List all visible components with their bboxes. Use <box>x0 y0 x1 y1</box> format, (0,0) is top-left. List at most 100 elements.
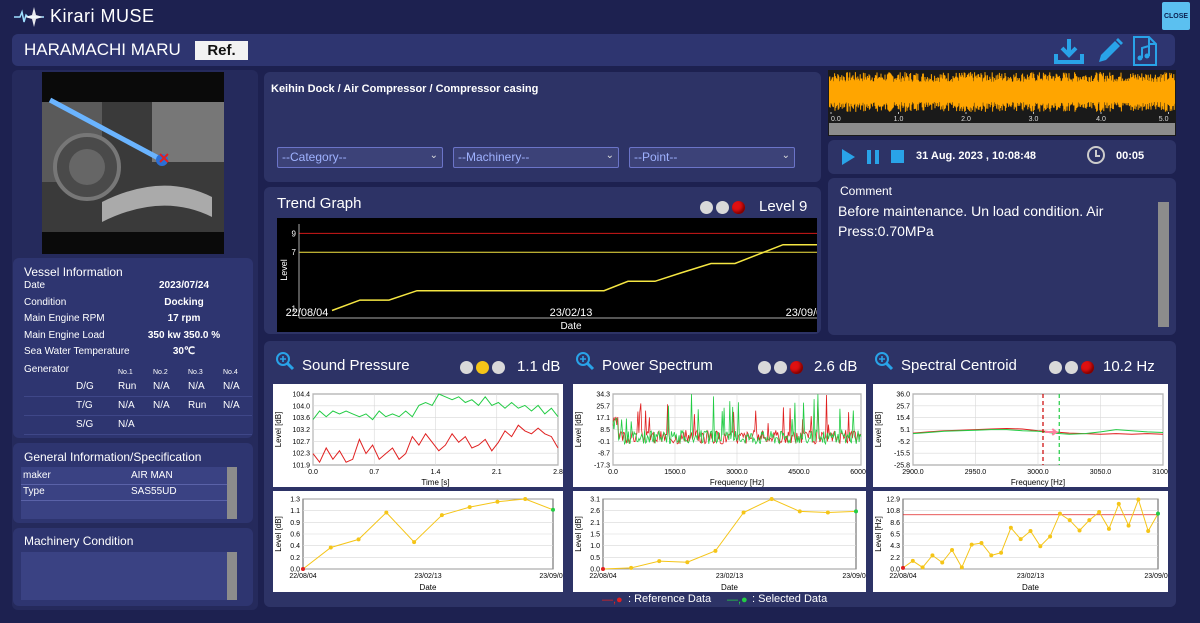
data-point <box>439 513 444 518</box>
sound-pressure-lamps <box>460 359 508 377</box>
y-tick-label: 103.2 <box>292 427 310 434</box>
row-divider <box>21 500 227 501</box>
point-dropdown[interactable]: --Point-- ⌄ <box>629 147 795 168</box>
machinery-condition-scrollbar[interactable] <box>227 552 237 600</box>
point-dropdown-value: --Point-- <box>634 150 678 164</box>
general-info-label: Type <box>23 486 45 497</box>
spectral-centroid-chart[interactable]: 36.025.715.45.1-5.2-15.5-25.82900.0 2950.… <box>873 384 1168 487</box>
data-point <box>1156 511 1160 516</box>
y-tick-label: 102.7 <box>292 439 310 446</box>
y-tick-label: 36.0 <box>896 392 910 399</box>
play-icon[interactable] <box>842 149 855 165</box>
waveform-tick-label: 3.0 <box>1029 116 1039 122</box>
data-point <box>1018 537 1023 542</box>
data-point <box>551 507 555 512</box>
x-tick-label: 23/02/13 <box>414 573 441 580</box>
status-lamp-gray <box>492 361 505 375</box>
generator-cell: N/A <box>153 381 170 392</box>
zoom-icon[interactable] <box>874 351 894 376</box>
waveform-scrollbar[interactable] <box>829 123 1175 135</box>
status-lamp-gray <box>1065 361 1078 375</box>
header-bar <box>12 34 1175 66</box>
status-lamp-gray <box>774 361 787 375</box>
zoom-icon[interactable] <box>575 351 595 376</box>
y-axis-label: Level [dB] <box>274 412 283 448</box>
spectral-centroid-value: 10.2 Hz <box>1103 358 1155 375</box>
status-lamp-red <box>732 201 745 215</box>
data-point <box>467 505 472 510</box>
x-tick-label: 23/09/01 <box>539 573 563 580</box>
status-lamp-gray <box>700 201 713 215</box>
y-tick-label: 25.7 <box>896 403 910 410</box>
generator-cell: N/A <box>223 400 240 411</box>
generator-column-header: No.1 <box>118 369 133 376</box>
data-point <box>930 553 935 558</box>
waveform-tick-label: 5.0 <box>1159 116 1169 122</box>
generator-cell: N/A <box>118 400 135 411</box>
y-tick-label: 1.1 <box>290 508 300 515</box>
download-icon[interactable] <box>1053 37 1085 70</box>
machinery-dropdown[interactable]: --Machinery-- ⌄ <box>453 147 619 168</box>
row-divider <box>24 434 252 435</box>
generator-row-name: S/G <box>76 419 94 430</box>
x-tick-label: 23/09/01 <box>786 307 817 319</box>
sound-pressure-chart[interactable]: 104.4104.0103.6103.2102.7102.3101.90.0 0.… <box>273 384 563 487</box>
trend-lamps <box>700 199 748 217</box>
y-tick-label: 7 <box>292 248 297 257</box>
waveform-tick-label: 1.0 <box>894 116 904 122</box>
power-spectrum-chart[interactable]: 34.325.717.18.5-0.1-8.7-17.30.0 1500.0 300… <box>573 384 866 487</box>
data-point <box>825 510 830 515</box>
zoom-icon[interactable] <box>275 351 295 376</box>
data-point <box>1087 518 1092 523</box>
stop-icon[interactable] <box>891 150 904 163</box>
trend-chart[interactable]: 971Level22/08/0423/02/1323/09/01Date <box>277 218 817 332</box>
comment-text[interactable]: Before maintenance. Un load condition. A… <box>838 201 1148 241</box>
y-tick-label: 104.4 <box>292 392 310 399</box>
data-point <box>629 565 634 570</box>
y-axis-label: Level [dB] <box>874 412 883 448</box>
edit-pencil-icon[interactable] <box>1095 36 1123 71</box>
y-tick-label: 17.1 <box>596 415 610 422</box>
data-point <box>1097 510 1102 515</box>
waveform[interactable]: 0.0 1.0 2.0 3.0 4.0 5.0 <box>829 72 1175 122</box>
x-tick-label: 2950.0 <box>965 469 987 476</box>
power-spectrum-title: Power Spectrum <box>602 357 713 374</box>
status-lamp-gray <box>1049 361 1062 375</box>
data-point <box>1038 544 1043 549</box>
machinery-condition-text[interactable] <box>21 552 227 600</box>
reference-button[interactable]: Ref. <box>195 41 248 60</box>
x-tick-label: 1500.0 <box>664 469 686 476</box>
spectral-centroid-trend-chart[interactable]: 12.910.88.66.54.32.20.022/08/04 23/02/13 2… <box>873 491 1168 592</box>
x-axis-label: Time [s] <box>421 478 449 487</box>
spectral-centroid-lamps <box>1049 359 1097 377</box>
x-tick-label: 0.7 <box>369 469 379 476</box>
generator-column-header: No.3 <box>188 369 203 376</box>
power-spectrum-trend-chart[interactable]: 3.12.62.11.51.00.50.022/08/04 23/02/13 23/… <box>573 491 866 592</box>
x-tick-label: 4500.0 <box>788 469 810 476</box>
pause-icon[interactable] <box>867 150 879 164</box>
y-tick-label: 9 <box>292 229 297 238</box>
y-tick-label: -15.5 <box>894 451 910 458</box>
category-dropdown[interactable]: --Category-- ⌄ <box>277 147 443 168</box>
general-info-scrollbar[interactable] <box>227 467 237 519</box>
y-tick-label: 12.9 <box>886 497 900 504</box>
x-tick-label: 3000.0 <box>726 469 748 476</box>
x-axis-label: Frequency [Hz] <box>710 478 764 487</box>
x-axis-label: Date <box>1022 583 1039 592</box>
vessel-info-label: Main Engine RPM <box>24 313 105 324</box>
vessel-info-value: 2023/07/24 <box>158 280 210 291</box>
power-spectrum-lamps <box>758 359 806 377</box>
x-tick-label: 22/08/04 <box>589 573 616 580</box>
vessel-info-value: 17 rpm <box>167 313 201 324</box>
trend-title: Trend Graph <box>277 195 362 212</box>
sound-pressure-trend-chart[interactable]: 1.31.10.90.60.40.20.022/08/04 23/02/13 23/… <box>273 491 563 592</box>
comment-scrollbar[interactable] <box>1158 202 1169 327</box>
y-tick-label: -5.2 <box>898 439 910 446</box>
close-button[interactable]: CLOSE <box>1162 2 1190 30</box>
y-tick-label: 5.1 <box>900 427 910 434</box>
y-axis-label: Level [Hz] <box>874 516 883 552</box>
status-lamp-yellow <box>476 361 489 375</box>
data-point <box>356 537 361 542</box>
music-file-icon[interactable] <box>1132 36 1158 71</box>
y-tick-label: 1.5 <box>590 532 600 539</box>
